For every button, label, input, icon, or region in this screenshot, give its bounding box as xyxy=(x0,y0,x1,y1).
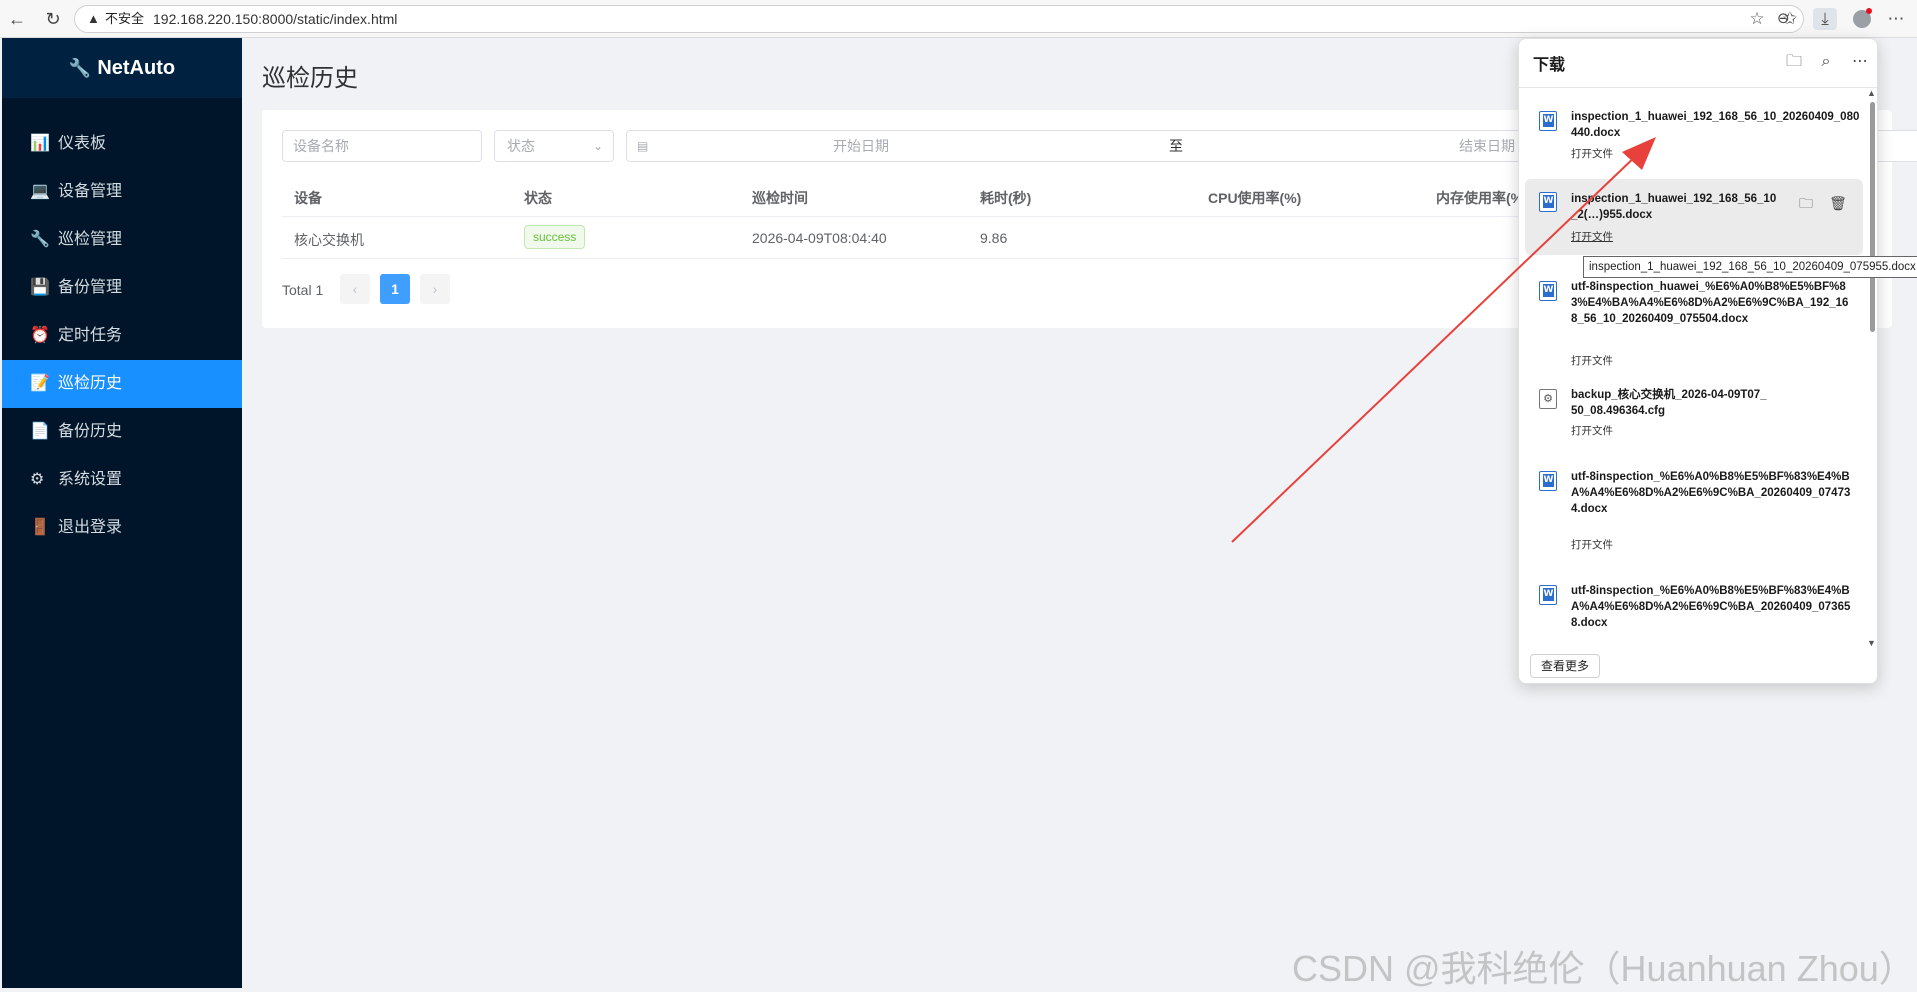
watermark: CSDN @我科绝伦（Huanhuan Zhou） xyxy=(1292,948,1915,989)
annotation-arrow xyxy=(1231,137,1656,543)
arrow-line xyxy=(1231,151,1641,543)
